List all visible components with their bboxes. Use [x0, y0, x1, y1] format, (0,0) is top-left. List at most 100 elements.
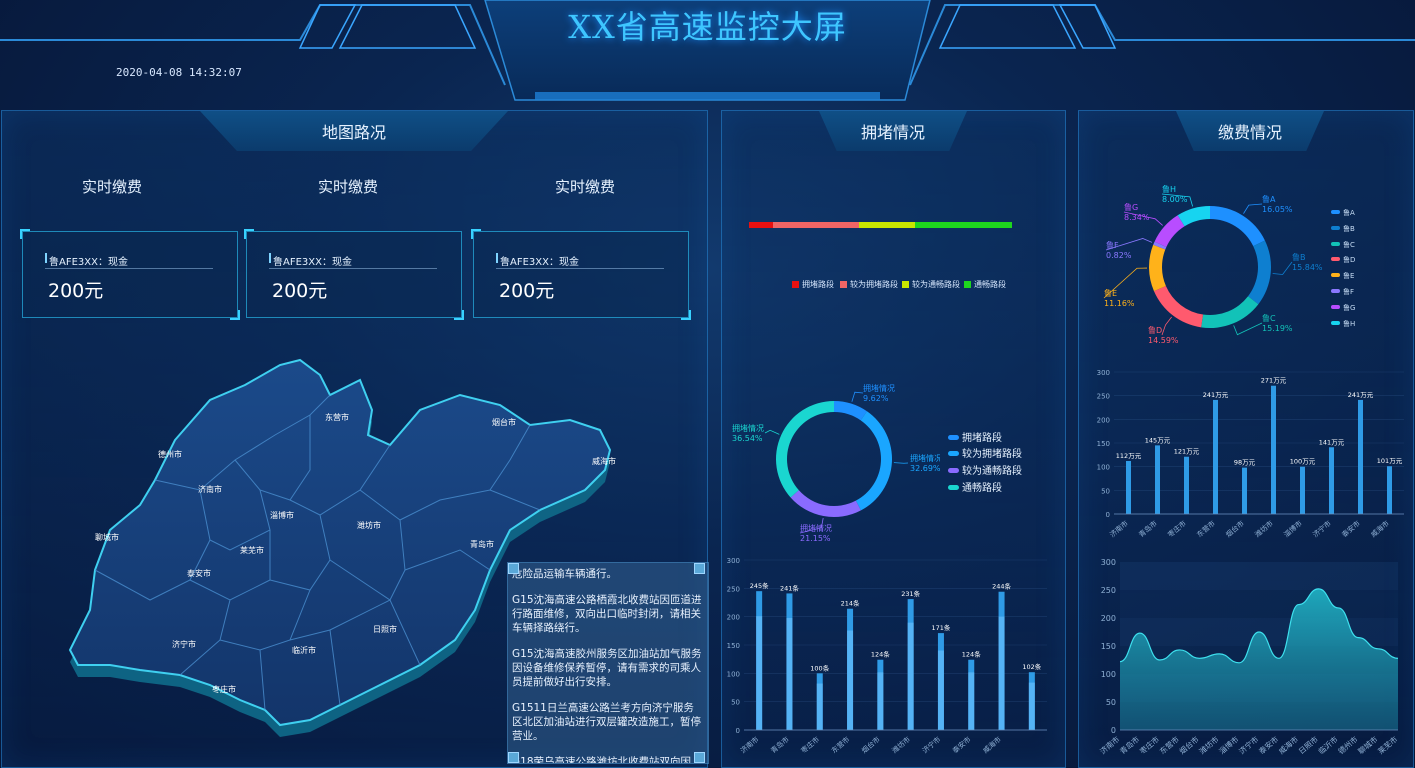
donut-legend-item[interactable]: 通畅路段: [948, 479, 1002, 494]
x-tick-label: 淄博市: [1217, 734, 1241, 756]
donut-slice[interactable]: [1154, 215, 1185, 247]
x-tick-label: 潍坊市: [1253, 519, 1275, 539]
donut-slice[interactable]: [1210, 206, 1265, 247]
toll-card-1[interactable]: 鲁AFE3XX：现金 200元: [20, 229, 240, 320]
donut-label: 36.54%: [732, 434, 763, 443]
city-label[interactable]: 淄博市: [270, 510, 294, 520]
area-point[interactable]: [1139, 632, 1141, 634]
notice-board[interactable]: 危险品运输车辆通行。 G15沈海高速公路栖霞北收费站因匝道进行路面维修，双向出口…: [507, 562, 709, 764]
city-label[interactable]: 烟台市: [492, 417, 516, 427]
fee-bar-chart[interactable]: 0 50 100 150 200 250 300 112万元济南市 145万元青岛市 121万元枣…: [1082, 362, 1412, 547]
bar[interactable]: [1155, 445, 1160, 514]
area-point[interactable]: [1238, 662, 1240, 664]
city-label[interactable]: 临沂市: [292, 645, 316, 655]
status-legend-item[interactable]: 较为通畅路段: [902, 279, 960, 290]
bar[interactable]: [1213, 399, 1218, 514]
area-point[interactable]: [1357, 637, 1359, 639]
legend-label: 鲁D: [1343, 256, 1356, 265]
bar[interactable]: [1329, 447, 1334, 514]
donut-slice[interactable]: [1149, 244, 1166, 292]
legend-label: 拥堵路段: [802, 280, 834, 289]
city-label[interactable]: 青岛市: [470, 539, 494, 549]
city-label[interactable]: 东营市: [325, 412, 349, 422]
area-point[interactable]: [1179, 649, 1181, 651]
area-point[interactable]: [1218, 653, 1220, 655]
area-point[interactable]: [1318, 588, 1320, 590]
y-tick-label: 150: [1101, 642, 1116, 651]
city-label[interactable]: 济宁市: [172, 639, 196, 649]
bar-label: 112万元: [1116, 452, 1142, 460]
donut-legend-item[interactable]: 拥堵路段: [948, 429, 1002, 444]
fee-legend-item[interactable]: 鲁D: [1331, 255, 1355, 265]
city-label[interactable]: 济南市: [198, 484, 222, 494]
donut-slice[interactable]: [1153, 285, 1204, 328]
area-point[interactable]: [1397, 657, 1399, 659]
donut-slice[interactable]: [776, 401, 834, 498]
toll-card-3[interactable]: 鲁AFE3XX：现金 200元: [471, 229, 691, 320]
status-legend-item[interactable]: 较为拥堵路段: [840, 279, 898, 290]
notice-item: G15沈海高速公路栖霞北收费站因匝道进行路面维修，双向出口临时封闭，请相关车辆择…: [512, 594, 702, 634]
donut-slice[interactable]: [1248, 240, 1271, 305]
area-point[interactable]: [1258, 631, 1260, 633]
bar[interactable]: [1184, 456, 1189, 514]
congestion-donut-chart[interactable]: 拥堵情况9.62%拥堵情况32.69%拥堵情况21.15%拥堵情况36.54%: [725, 375, 940, 545]
legend-label: 较为通畅路段: [912, 280, 960, 289]
fee-donut-chart[interactable]: 鲁A16.05% 鲁B15.84% 鲁C15.19% 鲁D14.59% 鲁E11.16%…: [1092, 180, 1322, 350]
fee-legend-item[interactable]: 鲁C: [1331, 240, 1355, 250]
donut-legend-item[interactable]: 较为拥堵路段: [948, 445, 1022, 460]
area-point[interactable]: [1278, 657, 1280, 659]
fee-legend-item[interactable]: 鲁G: [1331, 303, 1355, 313]
toll-card-marker: [45, 253, 47, 263]
status-legend-item[interactable]: 通畅路段: [964, 279, 1006, 290]
x-tick-label: 烟台市: [860, 735, 882, 755]
fee-area-chart[interactable]: 0 50 100 150 200 250 300 济南市青岛市枣庄市东营市烟台市潍坊市淄博市济…: [1082, 552, 1412, 766]
congestion-bar-chart[interactable]: 0 50 100 150 200 250 300 245条济南市 241条青岛市 100条枣庄市 2…: [722, 552, 1062, 766]
legend-label: 鲁C: [1343, 240, 1355, 249]
area-point[interactable]: [1159, 659, 1161, 661]
bar[interactable]: [1271, 385, 1276, 514]
city-label[interactable]: 日照市: [373, 624, 397, 634]
bar[interactable]: [1358, 399, 1363, 514]
city-label[interactable]: 枣庄市: [212, 684, 236, 694]
area-point[interactable]: [1298, 604, 1300, 606]
header-left-line: [0, 4, 506, 86]
bar[interactable]: [1300, 466, 1305, 514]
city-label[interactable]: 潍坊市: [357, 520, 381, 530]
donut-legend-item[interactable]: 较为通畅路段: [948, 462, 1022, 477]
city-label[interactable]: 泰安市: [187, 568, 211, 578]
fee-legend-item[interactable]: 鲁E: [1331, 271, 1354, 281]
donut-label: 拥堵情况: [910, 453, 940, 463]
legend-swatch: [792, 281, 799, 288]
donut-slice[interactable]: [790, 490, 861, 517]
city-label[interactable]: 莱芜市: [240, 545, 264, 555]
area-point[interactable]: [1377, 648, 1379, 650]
area-point[interactable]: [1119, 661, 1121, 663]
city-label[interactable]: 威海市: [592, 456, 616, 466]
bar-inner: [816, 683, 823, 730]
city-label[interactable]: 德州市: [158, 449, 182, 459]
fee-legend-item[interactable]: 鲁F: [1331, 287, 1354, 297]
fee-legend-item[interactable]: 鲁A: [1331, 208, 1355, 218]
donut-slice[interactable]: [834, 401, 867, 421]
donut-slice[interactable]: [1201, 296, 1259, 328]
fee-legend-item[interactable]: 鲁B: [1331, 224, 1355, 234]
fee-legend-item[interactable]: 鲁H: [1331, 319, 1355, 329]
area-point[interactable]: [1337, 607, 1339, 609]
donut-label: 14.59%: [1148, 336, 1179, 345]
area-point[interactable]: [1198, 657, 1200, 659]
legend-label: 鲁G: [1343, 303, 1356, 312]
city-label[interactable]: 聊城市: [95, 532, 119, 542]
donut-label: 15.19%: [1262, 324, 1293, 333]
bar[interactable]: [1126, 460, 1131, 514]
donut-label: 8.00%: [1162, 195, 1188, 204]
x-tick-label: 枣庄市: [799, 735, 821, 755]
bar[interactable]: [1387, 466, 1392, 514]
status-legend-item[interactable]: 拥堵路段: [792, 279, 834, 290]
map-panel-title: 地图路况: [321, 123, 386, 142]
donut-label-line: [764, 429, 780, 435]
bar[interactable]: [1242, 467, 1247, 514]
donut-slice[interactable]: [855, 411, 892, 511]
legend-swatch: [948, 435, 959, 440]
toll-card-2[interactable]: 鲁AFE3XX：现金 200元: [244, 229, 464, 320]
congestion-status-bar: [749, 222, 1012, 228]
